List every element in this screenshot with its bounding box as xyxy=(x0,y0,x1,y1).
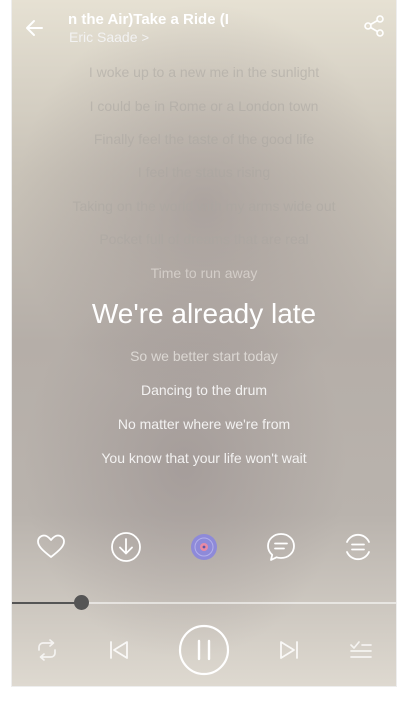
lyric-line[interactable]: Dancing to the drum xyxy=(12,382,396,398)
lyric-line[interactable]: Finally feel the taste of the good life xyxy=(12,131,396,147)
lyric-line[interactable]: I feel the status rising xyxy=(12,164,396,180)
progress-thumb[interactable] xyxy=(74,595,90,610)
lyric-line[interactable]: I woke up to a new me in the sunlight xyxy=(12,64,396,80)
lyric-line[interactable]: I could be in Rome or a London town xyxy=(12,98,396,114)
pause-icon[interactable] xyxy=(178,624,230,676)
progress-slider[interactable] xyxy=(12,595,396,610)
lyric-line[interactable]: Pocket full of dreams that are real xyxy=(12,231,396,247)
action-bar xyxy=(12,530,396,566)
lyric-line[interactable]: Time to run away xyxy=(12,265,396,281)
download-icon[interactable] xyxy=(109,530,143,564)
repeat-icon[interactable] xyxy=(34,637,60,663)
share-icon[interactable] xyxy=(362,14,386,38)
lyric-line[interactable]: Taking on the world with my arms wide ou… xyxy=(12,198,396,214)
more-icon[interactable] xyxy=(341,530,375,564)
artist-name: Eric Saade xyxy=(69,29,138,45)
previous-icon[interactable] xyxy=(107,638,131,662)
current-lyric-line[interactable]: We're already late xyxy=(12,298,396,330)
lyric-line[interactable]: So we better start today xyxy=(12,348,396,364)
lyric-line[interactable]: No matter where we're from xyxy=(12,416,396,432)
next-icon[interactable] xyxy=(277,638,301,662)
playback-controls xyxy=(12,620,396,680)
playlist-icon[interactable] xyxy=(348,637,374,663)
song-title: n the Air)Take a Ride (I xyxy=(68,11,229,28)
back-arrow-icon[interactable] xyxy=(22,14,50,42)
player-screen: n the Air)Take a Ride (I Eric Saade > I w… xyxy=(12,0,396,686)
header: n the Air)Take a Ride (I Eric Saade > xyxy=(12,0,396,50)
chevron-right-icon: > xyxy=(141,30,150,45)
heart-icon[interactable] xyxy=(34,530,68,564)
comment-icon[interactable] xyxy=(264,530,298,564)
lyric-line[interactable]: You know that your life won't wait xyxy=(12,450,396,466)
vinyl-icon[interactable] xyxy=(187,530,221,564)
artist-link[interactable]: Eric Saade > xyxy=(69,29,149,45)
progress-fill xyxy=(12,602,82,604)
